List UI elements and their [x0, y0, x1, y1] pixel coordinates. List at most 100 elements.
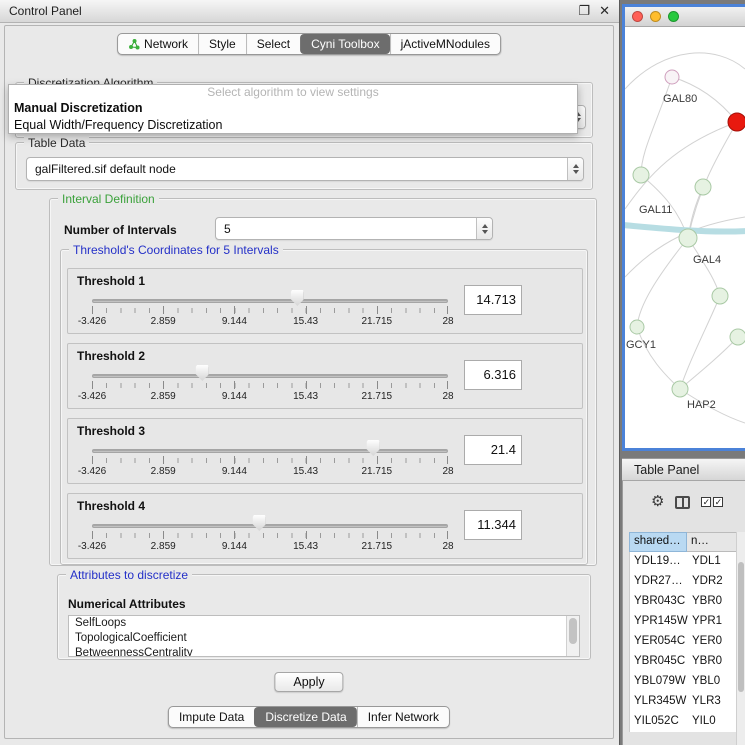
- network-node[interactable]: [672, 381, 688, 397]
- minimize-traffic-light-icon[interactable]: [650, 11, 661, 22]
- table-row[interactable]: YLR345WYLR3: [629, 692, 737, 712]
- threshold-3-field[interactable]: 21.4: [464, 435, 522, 465]
- cell[interactable]: YIL052C: [630, 712, 688, 732]
- cell[interactable]: YBR0: [688, 592, 737, 612]
- list-item[interactable]: TopologicalCoefficient: [69, 631, 579, 646]
- control-panel-window: Control Panel ❐ ✕ Network Style Select C…: [0, 0, 620, 745]
- table-scrollbar[interactable]: [736, 532, 745, 745]
- column-header-shared-name[interactable]: shared…: [629, 532, 687, 552]
- tab-infer-network-label: Infer Network: [368, 710, 439, 724]
- cell[interactable]: YER054C: [630, 632, 688, 652]
- threshold-3-slider[interactable]: -3.4262.8599.14415.4321.71528: [92, 419, 448, 485]
- table-row[interactable]: YER054CYER0: [629, 632, 737, 652]
- slider-track[interactable]: [92, 524, 448, 528]
- cell[interactable]: YLR345W: [630, 692, 688, 712]
- close-icon[interactable]: ✕: [599, 3, 610, 19]
- cell[interactable]: YBR0: [688, 652, 737, 672]
- tab-network[interactable]: Network: [118, 34, 198, 54]
- tab-select[interactable]: Select: [246, 34, 300, 54]
- network-node[interactable]: [630, 320, 644, 334]
- node-label: GAL11: [639, 204, 672, 216]
- table-data-combobox[interactable]: galFiltered.sif default node: [26, 157, 584, 181]
- cell[interactable]: YDL19…: [630, 552, 688, 572]
- columns-icon[interactable]: [675, 496, 690, 509]
- table-row[interactable]: YIL052CYIL0: [629, 712, 737, 732]
- dropdown-item-equal-width[interactable]: Equal Width/Frequency Discretization: [9, 117, 577, 134]
- cell[interactable]: YIL0: [688, 712, 737, 732]
- cell[interactable]: YDR2: [688, 572, 737, 592]
- cell[interactable]: YBL079W: [630, 672, 688, 692]
- cell[interactable]: YBL0: [688, 672, 737, 692]
- table-panel-title: Table Panel: [634, 463, 699, 477]
- list-scrollbar[interactable]: [566, 616, 579, 656]
- threshold-4-field[interactable]: 11.344: [464, 510, 522, 540]
- threshold-1-field[interactable]: 14.713: [464, 285, 522, 315]
- slider-thumb[interactable]: [291, 290, 304, 306]
- scrollbar-thumb[interactable]: [738, 562, 744, 692]
- network-canvas[interactable]: GAL80 GAL11 GAL4 GCY1 HAP2: [625, 27, 745, 448]
- cell[interactable]: YDR27…: [630, 572, 688, 592]
- slider-track[interactable]: [92, 299, 448, 303]
- column-header-name[interactable]: n…: [687, 532, 737, 552]
- number-of-intervals-combobox[interactable]: 5: [215, 217, 493, 240]
- table-row[interactable]: YDL19…YDL1: [629, 552, 737, 572]
- network-window-titlebar[interactable]: [625, 7, 745, 27]
- control-panel-titlebar[interactable]: Control Panel ❐ ✕: [0, 0, 619, 23]
- tab-jactivemnodules[interactable]: jActiveMNodules: [390, 34, 500, 54]
- cell[interactable]: YER0: [688, 632, 737, 652]
- network-node[interactable]: [730, 329, 745, 345]
- cell[interactable]: YBR043C: [630, 592, 688, 612]
- threshold-1-slider[interactable]: -3.4262.8599.14415.4321.71528: [92, 269, 448, 335]
- cell[interactable]: YDL1: [688, 552, 737, 572]
- network-node[interactable]: [633, 167, 649, 183]
- table-row[interactable]: YPR145WYPR1: [629, 612, 737, 632]
- tab-discretize-data[interactable]: Discretize Data: [254, 707, 356, 727]
- tab-impute-data[interactable]: Impute Data: [169, 707, 254, 727]
- tab-infer-network[interactable]: Infer Network: [357, 707, 449, 727]
- select-columns-icon[interactable]: ✓ ✓: [701, 497, 723, 507]
- threshold-2-slider[interactable]: -3.4262.8599.14415.4321.71528: [92, 344, 448, 410]
- table-row[interactable]: YBR043CYBR0: [629, 592, 737, 612]
- slider-thumb[interactable]: [367, 440, 380, 456]
- network-node[interactable]: [695, 179, 711, 195]
- cell[interactable]: YPR1: [688, 612, 737, 632]
- apply-button[interactable]: Apply: [274, 672, 343, 692]
- selected-network-node[interactable]: [728, 113, 745, 131]
- tab-style[interactable]: Style: [198, 34, 246, 54]
- table-row[interactable]: YBR045CYBR0: [629, 652, 737, 672]
- slider-track[interactable]: [92, 374, 448, 378]
- numerical-attributes-list[interactable]: SelfLoops TopologicalCoefficient Between…: [68, 615, 580, 657]
- list-item[interactable]: SelfLoops: [69, 616, 579, 631]
- cell[interactable]: YBR045C: [630, 652, 688, 672]
- network-node[interactable]: [712, 288, 728, 304]
- network-view-window: GAL80 GAL11 GAL4 GCY1 HAP2: [622, 4, 745, 451]
- table-row[interactable]: YDR27…YDR2: [629, 572, 737, 592]
- tab-discretize-data-label: Discretize Data: [265, 710, 346, 724]
- threshold-4-slider[interactable]: -3.4262.8599.14415.4321.71528: [92, 494, 448, 560]
- network-node[interactable]: [679, 229, 697, 247]
- tab-cyni-toolbox[interactable]: Cyni Toolbox: [300, 34, 389, 54]
- right-region: GAL80 GAL11 GAL4 GCY1 HAP2 Table Panel ⚙…: [620, 0, 745, 745]
- close-traffic-light-icon[interactable]: [632, 11, 643, 22]
- zoom-traffic-light-icon[interactable]: [668, 11, 679, 22]
- table-panel-header[interactable]: Table Panel: [622, 458, 745, 481]
- float-window-icon[interactable]: ❐: [578, 3, 590, 19]
- slider-thumb[interactable]: [196, 365, 209, 381]
- top-tab-strip: Network Style Select Cyni Toolbox jActiv…: [117, 33, 501, 55]
- cell[interactable]: YPR145W: [630, 612, 688, 632]
- network-node[interactable]: [665, 70, 679, 84]
- tab-impute-data-label: Impute Data: [179, 710, 244, 724]
- thresholds-group-title: Threshold's Coordinates for 5 Intervals: [69, 243, 283, 257]
- scrollbar-thumb[interactable]: [569, 618, 577, 644]
- slider-scale: -3.4262.8599.14415.4321.71528: [92, 541, 448, 553]
- list-item[interactable]: BetweennessCentrality: [69, 646, 579, 657]
- gear-icon[interactable]: ⚙: [651, 494, 664, 510]
- slider-thumb[interactable]: [253, 515, 266, 531]
- table-row[interactable]: YBL079WYBL0: [629, 672, 737, 692]
- tab-jactivemnodules-label: jActiveMNodules: [401, 37, 490, 51]
- attributes-group: Attributes to discretize Numerical Attri…: [57, 574, 591, 660]
- slider-track[interactable]: [92, 449, 448, 453]
- dropdown-item-manual-discretization[interactable]: Manual Discretization: [9, 100, 577, 117]
- cell[interactable]: YLR3: [688, 692, 737, 712]
- threshold-2-field[interactable]: 6.316: [464, 360, 522, 390]
